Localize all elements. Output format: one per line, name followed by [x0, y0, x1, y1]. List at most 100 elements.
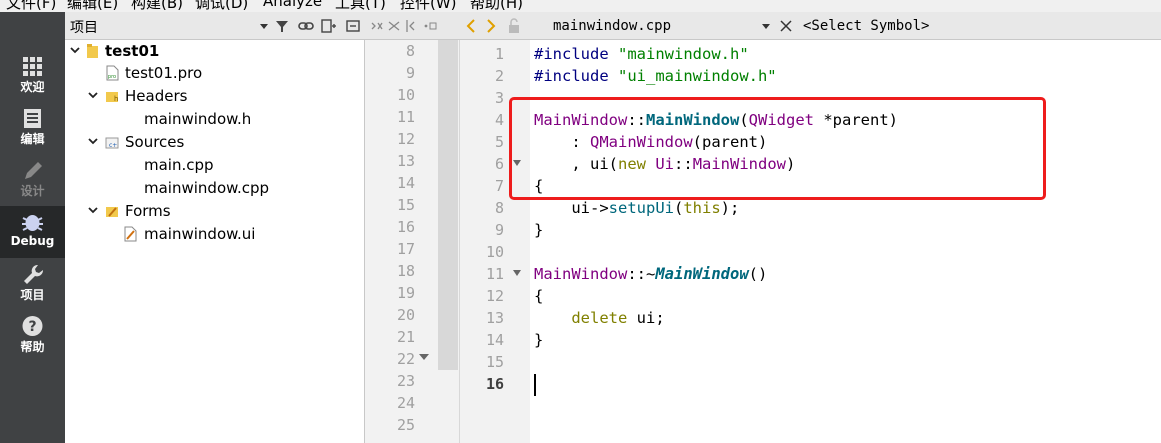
mode-edit[interactable]: 编辑	[0, 102, 65, 154]
sources-folder-icon: c+	[105, 137, 119, 149]
symbol-selector[interactable]: <Select Symbol>	[803, 18, 929, 34]
code-line: {	[534, 287, 544, 305]
code-line: #include "ui_mainwindow.h"	[534, 67, 777, 85]
line-number: 13	[485, 309, 504, 327]
line-number: 24	[396, 394, 415, 412]
chevron-down-icon[interactable]	[761, 18, 771, 34]
chevron-down-icon[interactable]	[69, 44, 81, 56]
pencil-icon	[25, 162, 42, 179]
line-number: 13	[396, 152, 415, 170]
tree-item-file[interactable]: mainwindow.cpp	[67, 178, 357, 200]
line-number: 12	[485, 287, 504, 305]
filter-icon[interactable]	[274, 18, 290, 34]
link-icon[interactable]	[298, 18, 314, 34]
menu-file[interactable]: 文件(F)	[6, 0, 56, 12]
line-number: 15	[485, 353, 504, 371]
line-number: 9	[494, 221, 504, 239]
line-number: 20	[396, 306, 415, 324]
tree-item-sources[interactable]: c+ Sources	[67, 132, 357, 154]
tree-item-project[interactable]: test01	[67, 41, 357, 63]
chevron-down-icon[interactable]	[87, 135, 99, 147]
fold-arrow-icon[interactable]	[418, 352, 430, 362]
mode-design[interactable]: 设计	[0, 154, 65, 206]
tree-item-label: Sources	[125, 133, 185, 151]
line-number: 10	[485, 243, 504, 261]
code-line: }	[534, 331, 544, 349]
editor-toolbar: mainwindow.cpp <Select Symbol>	[365, 12, 1161, 40]
menu-analyze[interactable]: Analyze	[263, 0, 322, 10]
line-number: 4	[494, 111, 504, 129]
menu-edit[interactable]: 编辑(E)	[67, 0, 118, 12]
line-number: 3	[494, 89, 504, 107]
line-number: 16	[396, 218, 415, 236]
svg-text:c+: c+	[109, 142, 117, 149]
line-number: 17	[396, 240, 415, 258]
mode-welcome[interactable]: 欢迎	[0, 50, 65, 102]
line-number: 21	[396, 328, 415, 346]
bug-icon	[22, 215, 43, 231]
menu-tools[interactable]: 工具(T)	[335, 0, 386, 12]
line-number: 8	[494, 199, 504, 217]
close-panel-icon[interactable]	[345, 18, 361, 34]
mode-help[interactable]: ? 帮助	[0, 310, 65, 362]
tree-item-ui-file[interactable]: mainwindow.ui	[67, 224, 357, 246]
line-number: 2	[494, 67, 504, 85]
more-icon[interactable]	[423, 18, 437, 34]
mode-label: 编辑	[20, 132, 45, 146]
line-number: 11	[485, 265, 504, 283]
filter-icon[interactable]	[387, 18, 401, 34]
code-line: #include "mainwindow.h"	[534, 45, 749, 63]
mode-debug[interactable]: Debug	[0, 206, 65, 258]
mode-label: 欢迎	[20, 80, 45, 94]
tree-item-file[interactable]: mainwindow.h	[67, 109, 357, 131]
line-number: 6	[494, 155, 504, 173]
chevron-down-icon[interactable]	[87, 89, 99, 101]
lock-icon	[509, 18, 519, 33]
tree-item-pro-file[interactable]: pro test01.pro	[67, 63, 357, 85]
split-close-icon[interactable]	[369, 18, 383, 34]
line-number: 25	[396, 416, 415, 434]
tree-item-label: test01	[105, 42, 160, 60]
code-line: ui->setupUi(this);	[534, 199, 740, 217]
split-icon[interactable]	[321, 18, 337, 34]
menu-debug[interactable]: 调试(D)	[195, 0, 248, 12]
grid-icon	[23, 57, 42, 76]
document-icon	[24, 109, 41, 128]
line-number: 8	[405, 42, 415, 60]
wrench-icon	[24, 264, 44, 284]
svg-text:h: h	[114, 95, 118, 103]
line-number: 7	[494, 177, 504, 195]
tree-item-label: main.cpp	[144, 156, 214, 174]
tree-item-file[interactable]: main.cpp	[67, 155, 357, 177]
line-number: 9	[405, 64, 415, 82]
headers-folder-icon: h	[106, 92, 118, 103]
menu-help[interactable]: 帮助(H)	[470, 0, 523, 12]
mode-label: 项目	[20, 288, 45, 302]
menu-build[interactable]: 构建(B)	[131, 0, 183, 12]
project-tree: test01 pro test01.pro h Headers mainwind…	[65, 40, 365, 443]
tree-item-label: mainwindow.h	[144, 110, 252, 128]
fold-arrow-icon[interactable]	[512, 269, 522, 277]
forward-arrow-icon[interactable]	[485, 18, 497, 34]
scrollbar[interactable]	[438, 40, 458, 370]
tree-item-label: Forms	[125, 202, 171, 220]
file-name-selector[interactable]: mainwindow.cpp	[553, 18, 671, 34]
line-number: 19	[396, 284, 415, 302]
collapse-icon[interactable]	[405, 18, 419, 34]
dropdown-arrow-icon[interactable]	[259, 18, 269, 34]
project-icon	[87, 44, 98, 58]
back-arrow-icon[interactable]	[465, 18, 477, 34]
close-icon[interactable]	[779, 18, 793, 34]
mode-label: 帮助	[20, 340, 45, 354]
tree-item-headers[interactable]: h Headers	[67, 86, 357, 108]
line-number: 1	[494, 45, 504, 63]
code-line: delete ui;	[571, 309, 665, 327]
tree-item-forms[interactable]: Forms	[67, 201, 357, 223]
menu-controls[interactable]: 控件(W)	[400, 0, 457, 12]
chevron-down-icon[interactable]	[87, 204, 99, 216]
line-number: 22	[396, 350, 415, 368]
mode-projects[interactable]: 项目	[0, 258, 65, 310]
mode-label: 设计	[20, 184, 45, 198]
tree-item-label: test01.pro	[125, 64, 203, 82]
line-number: 10	[396, 86, 415, 104]
